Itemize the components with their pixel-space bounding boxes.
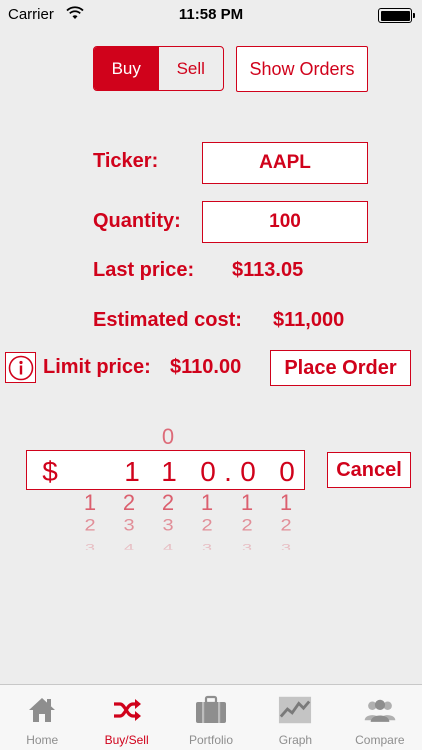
picker-digit: 1 [279, 490, 293, 515]
info-button[interactable] [5, 352, 36, 383]
picker-digit: 2 [161, 490, 175, 515]
picker-digit: 2 [122, 490, 136, 515]
ticker-label: Ticker: [93, 150, 159, 172]
ticker-field[interactable]: AAPL [202, 142, 368, 184]
picker-row-below-1: 1 2 2 1 1 1 [0, 490, 422, 515]
picker-digit: 2 [241, 516, 253, 535]
picker-digit: 2 [280, 516, 292, 535]
quantity-field[interactable]: 100 [202, 201, 368, 243]
picker-digit: 3 [123, 516, 135, 535]
picker-digit[interactable]: 0 [276, 456, 298, 488]
picker-digit: 2 [84, 516, 96, 535]
estimated-cost-label: Estimated cost: [93, 309, 242, 331]
clock: 11:58 PM [178, 6, 244, 23]
estimated-cost-value: $11,000 [273, 309, 345, 331]
limit-price-value: $110.00 [170, 356, 242, 378]
tab-label: Home [26, 733, 59, 747]
battery-icon [378, 8, 415, 23]
last-price-value: $113.05 [232, 259, 304, 281]
picker-digit: 0 [161, 424, 175, 449]
picker-digit: 4 [123, 542, 134, 550]
tab-buy-sell[interactable]: Buy/Sell [84, 685, 168, 750]
decimal-point: . [224, 456, 232, 487]
buy-sell-segmented-control: Buy Sell [93, 46, 224, 91]
picker-digit: 3 [241, 542, 252, 550]
picker-digit: 4 [162, 542, 173, 550]
briefcase-icon [194, 693, 228, 727]
tab-compare[interactable]: Compare [338, 685, 422, 750]
picker-digit: 3 [84, 542, 95, 550]
shuffle-icon [110, 693, 144, 727]
sell-segment[interactable]: Sell [159, 47, 224, 90]
tab-portfolio[interactable]: Portfolio [169, 685, 253, 750]
people-icon [363, 693, 397, 727]
picker-digit[interactable]: 0 [237, 456, 259, 488]
picker-digit: 3 [201, 542, 212, 550]
picker-digit[interactable]: 1 [121, 456, 143, 488]
home-icon [25, 693, 59, 727]
picker-digit[interactable]: 0 [197, 456, 219, 488]
picker-row-below-2: 2 3 3 2 2 2 [0, 516, 422, 535]
tab-graph[interactable]: Graph [253, 685, 337, 750]
picker-digit: 3 [162, 516, 174, 535]
limit-price-label: Limit price: [43, 356, 151, 378]
tab-bar: Home Buy/Sell Portfolio Graph Compare [0, 684, 422, 750]
picker-digit: 2 [201, 516, 213, 535]
tab-label: Compare [355, 733, 405, 747]
tab-label: Portfolio [189, 733, 234, 747]
picker-row-above: 0 [0, 424, 422, 450]
cancel-button[interactable]: Cancel [327, 452, 411, 488]
picker-row-below-3: 3 4 4 3 3 3 [0, 542, 422, 550]
picker-selected-row[interactable]: $ 1 1 0 . 0 0 [26, 450, 305, 490]
graph-icon [278, 693, 312, 727]
picker-digit: 1 [83, 490, 97, 515]
picker-digit[interactable]: 1 [158, 456, 180, 488]
status-bar: Carrier 11:58 PM [0, 0, 422, 30]
info-icon [8, 355, 34, 381]
quantity-label: Quantity: [93, 210, 181, 232]
buy-segment[interactable]: Buy [94, 47, 159, 90]
tab-label: Buy/Sell [104, 733, 149, 747]
picker-digit: 1 [240, 490, 254, 515]
picker-digit: 3 [280, 542, 291, 550]
tab-label: Graph [278, 733, 313, 747]
currency-symbol: $ [42, 456, 58, 487]
picker-digit: 1 [200, 490, 214, 515]
show-orders-button[interactable]: Show Orders [236, 46, 368, 92]
tab-home[interactable]: Home [0, 685, 84, 750]
place-order-button[interactable]: Place Order [270, 350, 411, 386]
last-price-label: Last price: [93, 259, 195, 281]
